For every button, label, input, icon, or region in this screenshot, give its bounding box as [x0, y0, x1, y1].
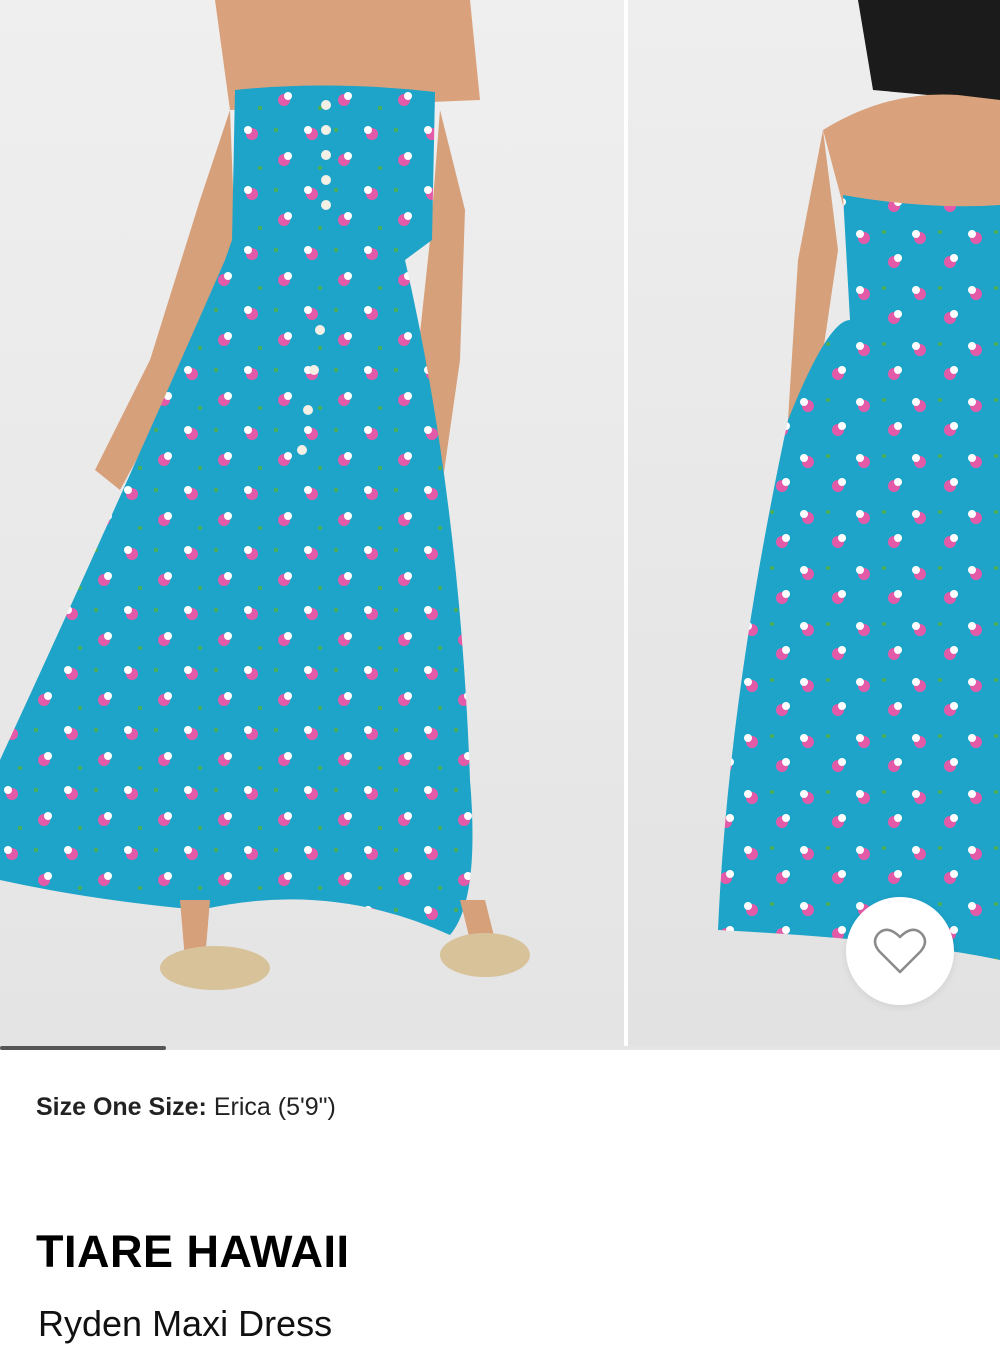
- size-label: Size One Size:: [36, 1093, 207, 1121]
- product-photo-back[interactable]: [628, 0, 1000, 1046]
- product-photo-front[interactable]: [0, 0, 624, 1046]
- brand-name[interactable]: TIARE HAWAII: [36, 1226, 350, 1278]
- product-image-gallery[interactable]: [0, 0, 1000, 1050]
- model-size-info: Size One Size: Erica (5'9"): [36, 1090, 336, 1124]
- favorite-button[interactable]: [846, 897, 954, 1005]
- gallery-scroll-track[interactable]: [0, 1046, 1000, 1050]
- product-name: Ryden Maxi Dress: [38, 1303, 333, 1344]
- gallery-scroll-thumb[interactable]: [0, 1046, 166, 1050]
- model-name: Erica (5'9"): [213, 1093, 336, 1121]
- heart-outline-icon: [873, 928, 927, 974]
